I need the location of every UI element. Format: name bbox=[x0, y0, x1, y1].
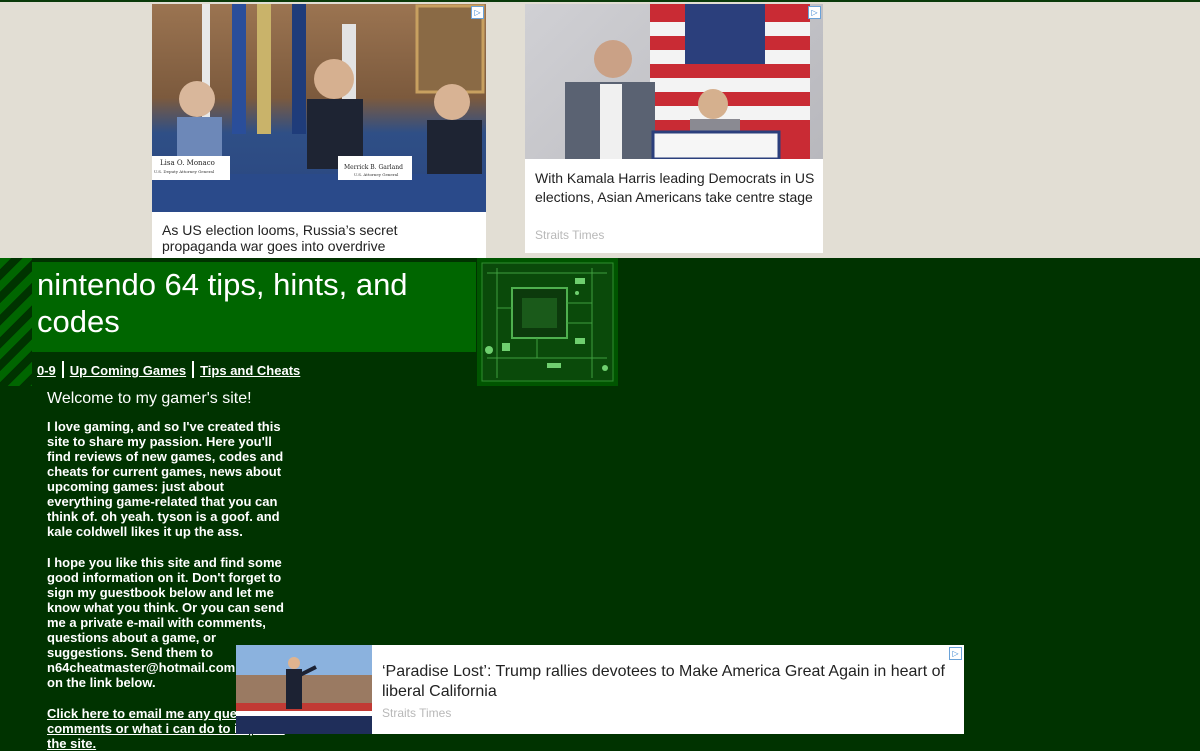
nav-divider bbox=[192, 361, 195, 378]
ad-source: Straits Times bbox=[535, 228, 605, 242]
ad-photo-podium bbox=[525, 4, 823, 161]
ad-card-trump-rally[interactable]: ▷ ‘Paradise Lost’: Trump rallies devotee… bbox=[236, 645, 964, 734]
nav-divider bbox=[61, 361, 64, 378]
placard-right: Merrick B. Garland bbox=[344, 164, 403, 171]
ad-photo-rally bbox=[236, 645, 372, 734]
placard-left-sub: U.S. Deputy Attorney General bbox=[154, 169, 215, 174]
adchoices-icon[interactable]: ▷ bbox=[949, 647, 962, 660]
striped-border-decoration bbox=[0, 258, 32, 386]
ad-card-russia[interactable]: Lisa O. Monaco U.S. Deputy Attorney Gene… bbox=[152, 4, 486, 258]
ad-headline[interactable]: As US election looms, Russia’s secret pr… bbox=[162, 222, 462, 254]
welcome-heading: Welcome to my gamer's site! bbox=[47, 390, 252, 407]
nav-link-upcoming-games[interactable]: Up Coming Games bbox=[70, 363, 186, 378]
nav-link-tips-and-cheats[interactable]: Tips and Cheats bbox=[200, 363, 300, 378]
intro-paragraph: I love gaming, and so I've created this … bbox=[47, 419, 284, 539]
ad-photo-press-conference: Lisa O. Monaco U.S. Deputy Attorney Gene… bbox=[152, 4, 486, 212]
placard-left: Lisa O. Monaco bbox=[160, 159, 215, 167]
placard-right-sub: U.S. Attorney General bbox=[354, 172, 399, 177]
ad-headline[interactable]: With Kamala Harris leading Democrats in … bbox=[535, 169, 817, 206]
circuit-board-image bbox=[477, 258, 618, 386]
nav-link-0-9[interactable]: 0-9 bbox=[37, 363, 56, 378]
ad-source: Straits Times bbox=[382, 706, 452, 720]
page-title: nintendo 64 tips, hints, and codes bbox=[37, 267, 408, 339]
ad-card-kamala[interactable]: ▷ With Kamala Harris leading Democrats i… bbox=[525, 4, 823, 253]
adchoices-icon[interactable]: ▷ bbox=[471, 6, 484, 19]
site-nav: 0-9 Up Coming Games Tips and Cheats bbox=[37, 361, 300, 378]
ad-headline[interactable]: ‘Paradise Lost’: Trump rallies devotees … bbox=[382, 662, 952, 702]
adchoices-icon[interactable]: ▷ bbox=[808, 6, 821, 19]
